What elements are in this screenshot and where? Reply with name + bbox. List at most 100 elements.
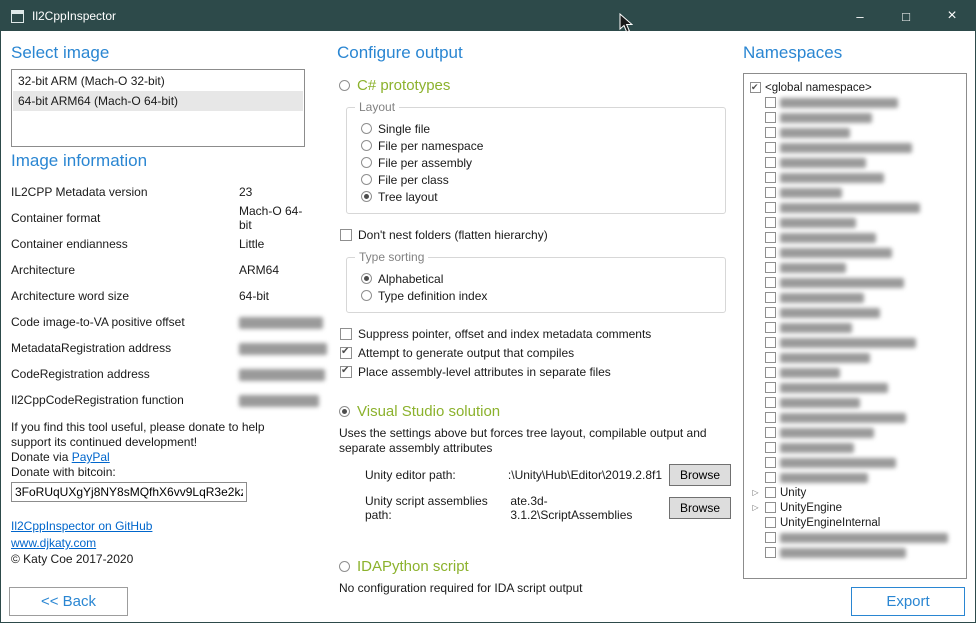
type-sorting-groupbox: Type sorting AlphabeticalType definition… <box>346 257 726 313</box>
namespace-item[interactable] <box>750 95 963 110</box>
namespace-item[interactable] <box>750 305 963 320</box>
idapython-radio[interactable]: IDAPython script <box>339 558 731 575</box>
namespace-item[interactable] <box>750 140 963 155</box>
checkbox-label: Suppress pointer, offset and index metad… <box>358 327 651 341</box>
namespace-item[interactable] <box>750 455 963 470</box>
browse-script-button[interactable]: Browse <box>669 497 731 519</box>
info-value: ARM64 <box>239 263 305 277</box>
radio-option-label: File per class <box>378 173 449 187</box>
paypal-link[interactable]: PayPal <box>72 450 110 464</box>
radio-option[interactable]: Alphabetical <box>361 270 715 287</box>
minimize-button[interactable]: – <box>837 1 883 31</box>
namespace-item[interactable] <box>750 530 963 545</box>
radio-icon <box>361 191 372 202</box>
checkbox-icon <box>765 157 776 168</box>
info-label: MetadataRegistration address <box>11 341 239 355</box>
checkbox-icon <box>765 322 776 333</box>
image-list-item[interactable]: 32-bit ARM (Mach-O 32-bit) <box>13 71 303 91</box>
visual-studio-label: Visual Studio solution <box>357 403 500 420</box>
csharp-prototypes-radio[interactable]: C# prototypes <box>339 77 731 94</box>
redacted-text <box>780 113 872 123</box>
namespace-item[interactable] <box>750 260 963 275</box>
checkbox-icon <box>765 172 776 183</box>
namespace-item[interactable] <box>750 290 963 305</box>
output-checkbox[interactable]: Place assembly-level attributes in separ… <box>340 365 731 379</box>
bitcoin-address-input[interactable] <box>11 482 247 502</box>
namespace-item[interactable]: <global namespace> <box>750 80 963 95</box>
namespace-item[interactable] <box>750 395 963 410</box>
expander-icon[interactable]: ▷ <box>750 500 761 515</box>
checkbox-icon <box>765 232 776 243</box>
redacted-text <box>239 343 327 355</box>
output-checkboxes: Suppress pointer, offset and index metad… <box>337 327 731 379</box>
namespace-item[interactable] <box>750 365 963 380</box>
info-row: MetadataRegistration address <box>11 335 305 361</box>
radio-option[interactable]: Tree layout <box>361 188 715 205</box>
namespace-item[interactable] <box>750 410 963 425</box>
namespace-item[interactable]: ▷Unity <box>750 485 963 500</box>
namespace-item[interactable] <box>750 335 963 350</box>
image-list-item[interactable]: 64-bit ARM64 (Mach-O 64-bit) <box>13 91 303 111</box>
checkbox-icon <box>765 187 776 198</box>
radio-option[interactable]: Single file <box>361 120 715 137</box>
output-checkbox[interactable]: Attempt to generate output that compiles <box>340 346 731 360</box>
namespace-item[interactable] <box>750 230 963 245</box>
image-list[interactable]: 32-bit ARM (Mach-O 32-bit)64-bit ARM64 (… <box>11 69 305 147</box>
radio-option[interactable]: File per class <box>361 171 715 188</box>
redacted-text <box>780 218 856 228</box>
checkbox-icon <box>750 82 761 93</box>
visual-studio-radio[interactable]: Visual Studio solution <box>339 403 731 420</box>
configure-output-heading: Configure output <box>337 43 731 63</box>
redacted-text <box>780 128 850 138</box>
maximize-button[interactable]: □ <box>883 1 929 31</box>
radio-option[interactable]: File per assembly <box>361 154 715 171</box>
namespace-item[interactable] <box>750 245 963 260</box>
namespace-item[interactable] <box>750 200 963 215</box>
close-button[interactable]: × <box>929 1 975 31</box>
radio-option[interactable]: Type definition index <box>361 287 715 304</box>
namespace-list[interactable]: <global namespace> ▷Unity▷UnityEngineUnit… <box>743 73 967 579</box>
redacted-text <box>780 188 842 198</box>
donate-paypal-line: Donate via PayPal <box>11 450 305 465</box>
namespace-item[interactable] <box>750 350 963 365</box>
namespace-item[interactable] <box>750 470 963 485</box>
namespace-item[interactable] <box>750 125 963 140</box>
namespace-item[interactable] <box>750 320 963 335</box>
unity-script-path-value: ate.3d-3.1.2\ScriptAssemblies <box>510 494 662 522</box>
back-button[interactable]: << Back <box>9 587 128 616</box>
redacted-text <box>780 353 870 363</box>
checkbox-icon <box>765 307 776 318</box>
expander-icon[interactable]: ▷ <box>750 485 761 500</box>
radio-option[interactable]: File per namespace <box>361 137 715 154</box>
redacted-text <box>780 143 912 153</box>
type-sorting-options: AlphabeticalType definition index <box>361 270 715 304</box>
namespace-item[interactable] <box>750 275 963 290</box>
redacted-text <box>780 308 880 318</box>
title-bar: Il2CppInspector – □ × <box>1 1 975 31</box>
flatten-checkbox[interactable]: Don't nest folders (flatten hierarchy) <box>340 228 731 242</box>
configure-output-panel: Configure output C# prototypes Layout Si… <box>337 39 731 596</box>
website-link[interactable]: www.djkaty.com <box>11 536 96 550</box>
namespace-item[interactable] <box>750 215 963 230</box>
radio-option-label: Tree layout <box>378 190 438 204</box>
info-label: Container format <box>11 211 239 225</box>
info-row: Il2CppCodeRegistration function <box>11 387 305 413</box>
namespace-item[interactable] <box>750 110 963 125</box>
app-window: { "window": { "title": "Il2CppInspector"… <box>0 0 976 623</box>
github-link[interactable]: Il2CppInspector on GitHub <box>11 519 152 533</box>
browse-editor-button[interactable]: Browse <box>669 464 731 486</box>
unity-editor-path-row: Unity editor path: :\Unity\Hub\Editor\20… <box>365 464 731 486</box>
namespace-item[interactable]: UnityEngineInternal <box>750 515 963 530</box>
namespace-item[interactable] <box>750 185 963 200</box>
namespace-item[interactable] <box>750 170 963 185</box>
namespace-item[interactable]: ▷UnityEngine <box>750 500 963 515</box>
namespace-item[interactable] <box>750 425 963 440</box>
redacted-text <box>780 383 888 393</box>
output-checkbox[interactable]: Suppress pointer, offset and index metad… <box>340 327 731 341</box>
redacted-text <box>780 173 884 183</box>
namespace-item[interactable] <box>750 155 963 170</box>
namespace-item[interactable] <box>750 545 963 560</box>
namespace-item[interactable] <box>750 380 963 395</box>
namespace-item[interactable] <box>750 440 963 455</box>
export-button[interactable]: Export <box>851 587 965 616</box>
